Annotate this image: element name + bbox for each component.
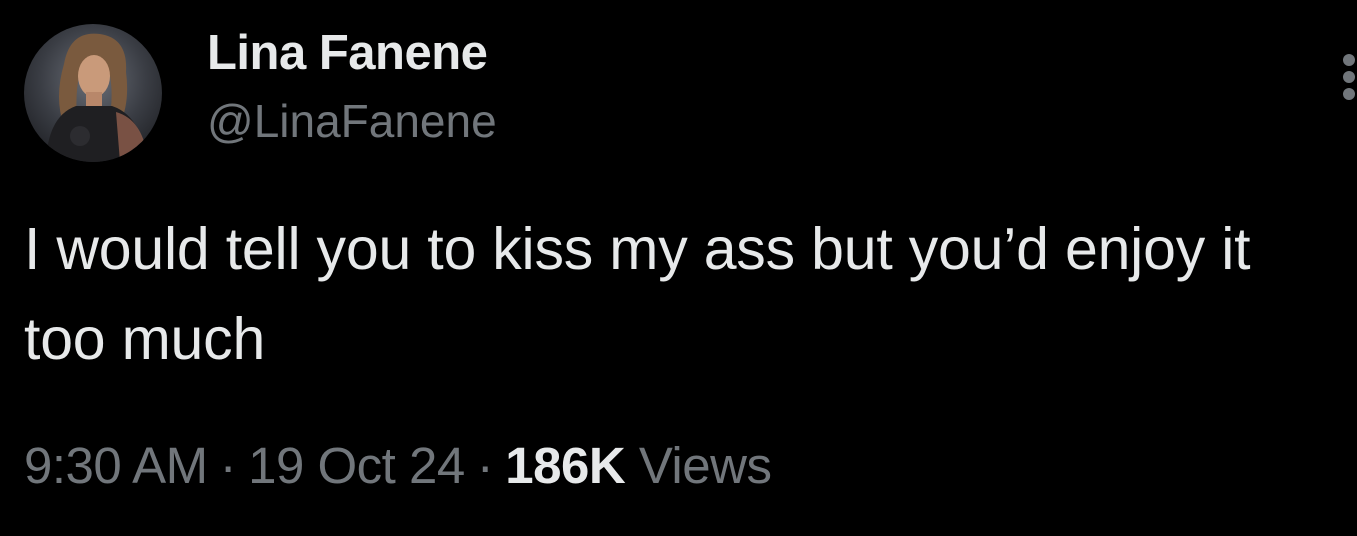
avatar[interactable] xyxy=(24,24,162,162)
separator: · xyxy=(476,437,494,494)
views-count: 186K xyxy=(505,437,626,494)
more-vertical-icon-dot xyxy=(1343,71,1355,83)
display-name[interactable]: Lina Fanene xyxy=(207,24,488,82)
separator: · xyxy=(219,437,237,494)
tweet-text: I would tell you to kiss my ass but you’… xyxy=(24,216,1251,372)
more-button[interactable] xyxy=(1338,54,1357,102)
more-vertical-icon xyxy=(1343,54,1355,66)
tweet-date[interactable]: 19 Oct 24 xyxy=(248,437,465,494)
tweet: Lina Fanene @LinaFanene I would tell you… xyxy=(0,0,1357,536)
user-handle[interactable]: @LinaFanene xyxy=(207,93,497,149)
tweet-metadata: 9:30 AM · 19 Oct 24 · 186K Views xyxy=(24,434,772,498)
views-label: Views xyxy=(638,437,772,494)
more-vertical-icon-dot xyxy=(1343,88,1355,100)
tweet-time[interactable]: 9:30 AM xyxy=(24,437,208,494)
avatar-image xyxy=(24,24,162,162)
